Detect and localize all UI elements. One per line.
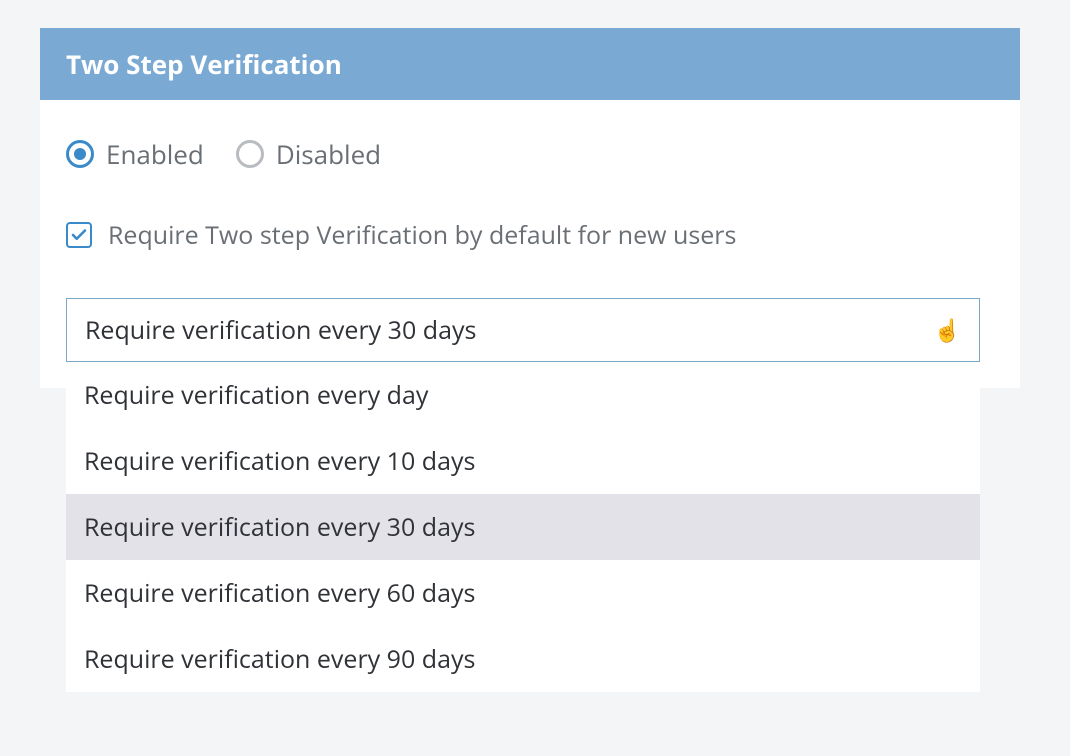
panel-title: Two Step Verification [40, 28, 1020, 100]
require-default-checkbox-label: Require Two step Verification by default… [108, 218, 736, 252]
dropdown-option[interactable]: Require verification every day [66, 362, 980, 428]
enabled-radio-label: Enabled [106, 136, 204, 172]
dropdown-option[interactable]: Require verification every 30 days [66, 494, 980, 560]
dropdown-option[interactable]: Require verification every 90 days [66, 626, 980, 692]
verification-interval-dropdown-wrap: Require verification every 30 days ☝ Req… [66, 298, 994, 362]
radio-dot-icon [74, 148, 86, 160]
dropdown-selected-label: Require verification every 30 days [85, 313, 476, 347]
enabled-radio[interactable] [66, 140, 94, 168]
require-default-checkbox[interactable] [66, 222, 92, 248]
checkmark-icon [70, 226, 88, 244]
require-default-checkbox-row: Require Two step Verification by default… [66, 218, 994, 252]
pointer-cursor-icon: ☝ [934, 319, 961, 341]
dropdown-option[interactable]: Require verification every 60 days [66, 560, 980, 626]
panel-body: Enabled Disabled Require Two step Verifi… [40, 100, 1020, 388]
verification-interval-dropdown[interactable]: Require verification every 30 days ☝ [66, 298, 980, 362]
two-step-verification-panel: Two Step Verification Enabled Disabled R… [40, 28, 1020, 388]
disabled-radio-label: Disabled [276, 136, 381, 172]
dropdown-option[interactable]: Require verification every 10 days [66, 428, 980, 494]
verification-interval-dropdown-list: Require verification every day Require v… [66, 362, 980, 692]
disabled-radio[interactable] [236, 140, 264, 168]
enable-disable-radio-group: Enabled Disabled [66, 136, 994, 172]
